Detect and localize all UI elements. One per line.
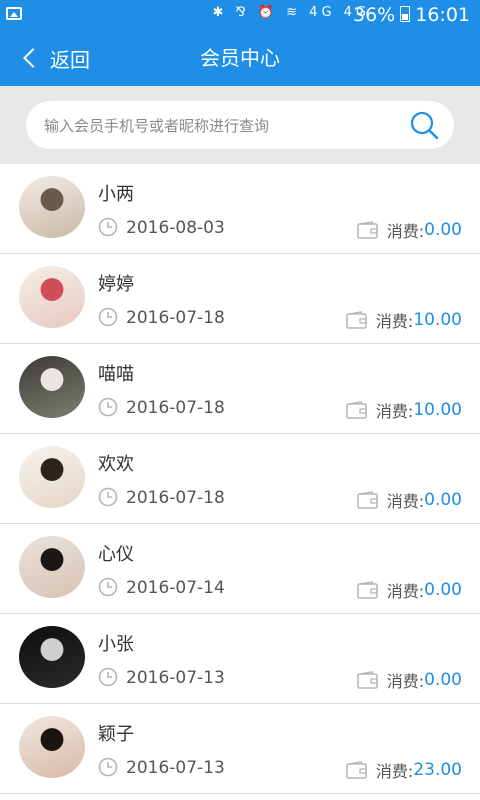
status-icons: ✱ ⅋ ⏰ ≋ 4G 4G — [212, 5, 370, 20]
member-row[interactable]: 欢欢 2016-07-18 消费: 0.00 — [0, 434, 480, 524]
wallet-icon — [346, 311, 367, 329]
spend-amount: 0.00 — [424, 580, 462, 600]
spend-amount: 10.00 — [413, 400, 462, 420]
member-row[interactable]: 婷婷 2016-07-18 消费: 10.00 — [0, 254, 480, 344]
spend-info: 消费: 10.00 — [346, 308, 462, 332]
member-date: 2016-07-18 — [126, 488, 225, 508]
member-date: 2016-07-18 — [126, 398, 225, 418]
spend-label: 消费: — [375, 312, 414, 331]
member-row[interactable]: 小张 2016-07-13 消费: 0.00 — [0, 614, 480, 704]
spend-info: 消费: 0.00 — [356, 488, 462, 512]
clock-icon — [98, 487, 118, 507]
wallet-icon — [356, 581, 378, 599]
spend-label: 消费: — [375, 762, 414, 781]
spend-label: 消费: — [386, 672, 425, 691]
clock-icon — [98, 307, 118, 327]
member-row[interactable]: 喵喵 2016-07-18 消费: 10.00 — [0, 344, 480, 434]
status-bar: ✱ ⅋ ⏰ ≋ 4G 4G 36% 16:01 — [0, 0, 480, 30]
member-name: 颖子 — [98, 724, 134, 745]
spend-amount: 0.00 — [424, 220, 462, 240]
gallery-notification-icon — [6, 7, 22, 20]
spend-label: 消费: — [386, 582, 425, 601]
clock-icon — [98, 577, 118, 597]
wallet-icon — [356, 491, 378, 509]
avatar — [19, 626, 85, 688]
spend-info: 消费: 10.00 — [346, 398, 462, 422]
member-name: 喵喵 — [98, 364, 134, 385]
battery-icon — [400, 6, 411, 22]
spend-amount: 0.00 — [424, 670, 462, 690]
avatar — [19, 446, 85, 508]
member-list: 小两 2016-08-03 消费: 0.00 婷婷 2016-07-18 消费:… — [0, 164, 480, 794]
spend-info: 消费: 23.00 — [346, 758, 462, 782]
avatar — [19, 176, 85, 238]
wallet-icon — [346, 761, 367, 779]
search-box — [26, 101, 454, 151]
member-row[interactable]: 小两 2016-08-03 消费: 0.00 — [0, 164, 480, 254]
wallet-icon — [356, 671, 378, 689]
member-name: 小两 — [98, 184, 134, 205]
member-row[interactable]: 心仪 2016-07-14 消费: 0.00 — [0, 524, 480, 614]
member-date: 2016-07-14 — [126, 578, 225, 598]
clock-time: 16:01 — [415, 4, 470, 26]
wallet-icon — [346, 401, 367, 419]
member-date: 2016-07-18 — [126, 308, 225, 328]
member-name: 小张 — [98, 634, 134, 655]
spend-amount: 23.00 — [413, 760, 462, 780]
spend-label: 消费: — [386, 492, 425, 511]
search-input[interactable] — [42, 101, 406, 151]
battery-percent: 36% — [353, 4, 396, 26]
clock-icon — [98, 667, 118, 687]
member-name: 心仪 — [98, 544, 134, 565]
member-row[interactable]: 颖子 2016-07-13 消费: 23.00 — [0, 704, 480, 794]
spend-info: 消费: 0.00 — [356, 218, 462, 242]
clock-icon — [98, 397, 118, 417]
page-title: 会员中心 — [200, 46, 280, 70]
clock-icon — [98, 217, 118, 237]
member-name: 欢欢 — [98, 454, 134, 475]
avatar — [19, 356, 85, 418]
nav-bar: 返回 会员中心 — [0, 30, 480, 86]
search-icon[interactable] — [408, 109, 440, 141]
spend-info: 消费: 0.00 — [356, 668, 462, 692]
member-date: 2016-08-03 — [126, 218, 225, 238]
spend-info: 消费: 0.00 — [356, 578, 462, 602]
search-area — [0, 86, 480, 164]
member-date: 2016-07-13 — [126, 668, 225, 688]
avatar — [19, 716, 85, 778]
spend-label: 消费: — [375, 402, 414, 421]
avatar — [19, 536, 85, 598]
status-right: 36% 16:01 — [353, 4, 470, 26]
member-name: 婷婷 — [98, 274, 134, 295]
member-date: 2016-07-13 — [126, 758, 225, 778]
wallet-icon — [356, 221, 378, 239]
spend-amount: 0.00 — [424, 490, 462, 510]
spend-amount: 10.00 — [413, 310, 462, 330]
avatar — [19, 266, 85, 328]
spend-label: 消费: — [386, 222, 425, 241]
clock-icon — [98, 757, 118, 777]
